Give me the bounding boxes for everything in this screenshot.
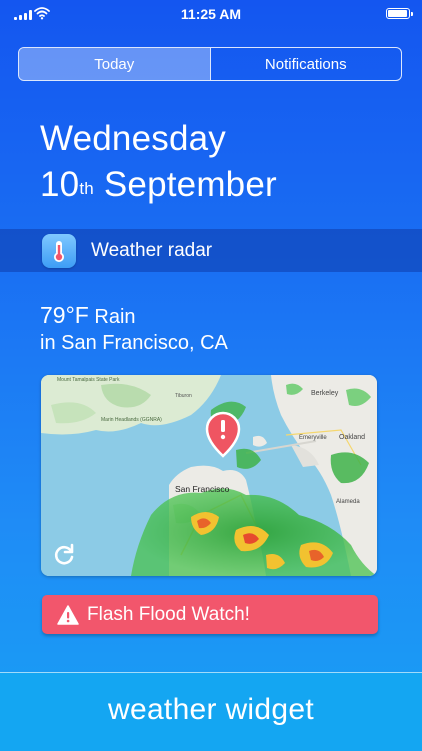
date-month: September (103, 165, 277, 204)
tab-notifications[interactable]: Notifications (209, 48, 402, 80)
tab-today[interactable]: Today (19, 48, 210, 80)
temperature: 79°F (40, 302, 89, 328)
app-icon (42, 233, 76, 268)
thermometer-icon (54, 240, 64, 262)
radar-map-image: Mount Tamalpais State Park Marin Headlan… (41, 375, 377, 576)
warning-triangle-icon (57, 604, 79, 625)
date-heading: Wednesday 10th September (40, 116, 277, 208)
alert-text: Flash Flood Watch! (87, 603, 250, 625)
condition: Rain (94, 306, 136, 328)
map-label-berkeley: Berkeley (311, 390, 339, 397)
map-label-marin-headlands: Marin Headlands (GGNRA) (101, 417, 162, 423)
weather-summary: 79°F Rain (40, 302, 136, 329)
date-full: 10th September (40, 162, 277, 208)
map-label-tiburon: Tiburon (175, 393, 192, 399)
map-label-oakland: Oakland (339, 434, 365, 441)
status-time: 11:25 AM (180, 6, 242, 22)
radar-map[interactable]: Mount Tamalpais State Park Marin Headlan… (41, 375, 377, 576)
map-label-mount-tamalpais: Mount Tamalpais State Park (57, 377, 120, 383)
tab-segmented-control: Today Notifications (18, 47, 402, 81)
map-label-alameda: Alameda (336, 499, 360, 505)
status-bar: 11:25 AM (0, 0, 422, 30)
date-suffix: th (79, 179, 94, 198)
footer: weather widget (0, 672, 422, 751)
map-label-emeryville: Emeryville (299, 435, 327, 441)
refresh-icon[interactable] (51, 542, 77, 568)
widget-header[interactable]: Weather radar (0, 229, 422, 272)
footer-caption: weather widget (108, 693, 314, 726)
flash-flood-alert[interactable]: Flash Flood Watch! (42, 595, 378, 634)
date-weekday: Wednesday (40, 119, 226, 158)
location: in San Francisco, CA (40, 332, 228, 354)
battery-fill (388, 10, 407, 17)
map-label-san-francisco: San Francisco (175, 484, 230, 494)
battery-icon (386, 8, 413, 19)
date-day: 10 (40, 165, 80, 204)
widget-title: Weather radar (91, 239, 213, 261)
